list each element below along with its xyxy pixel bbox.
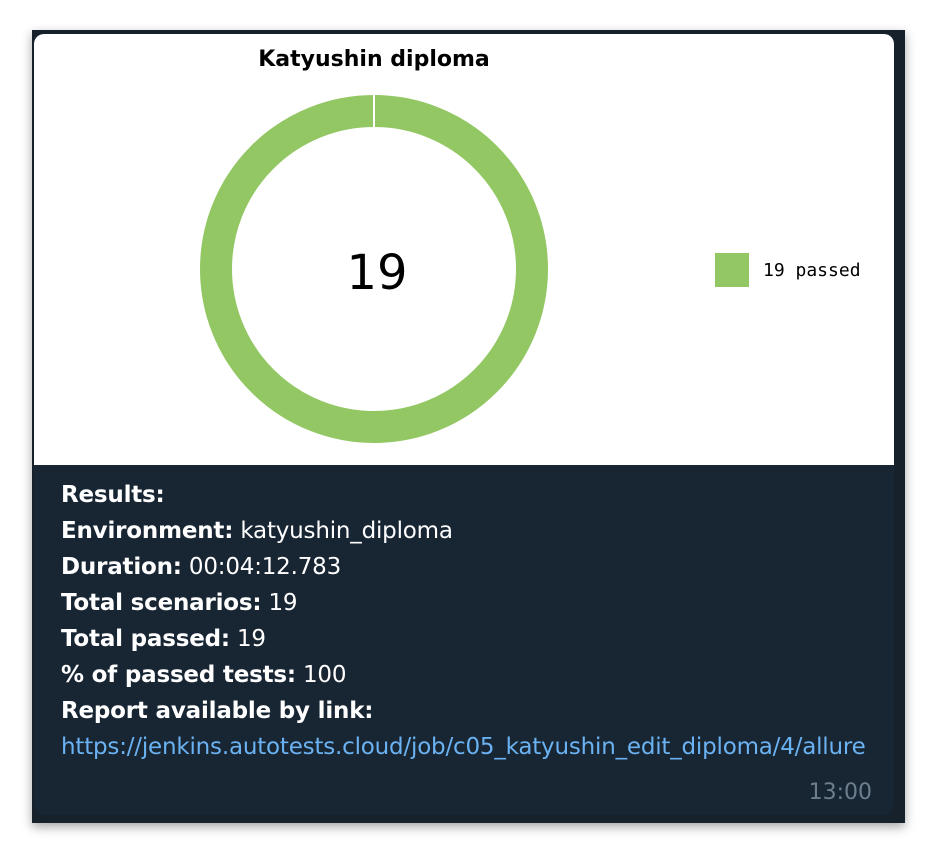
result-field-value: 19 <box>237 626 266 652</box>
result-field-value: 19 <box>268 590 298 616</box>
message-bubble[interactable]: Katyushin diploma 19 19 passed Results: … <box>34 34 894 815</box>
result-field-label: Total passed: <box>61 626 230 652</box>
legend-label: 19 passed <box>763 260 861 281</box>
result-field-value: katyushin_diploma <box>240 518 453 544</box>
result-field: Total passed: 19 <box>61 621 881 657</box>
result-field: Total scenarios: 19 <box>61 585 881 621</box>
message-time: 13:00 <box>808 780 872 805</box>
message-caption: Results: Environment: katyushin_diploma D… <box>61 477 881 765</box>
result-field: % of passed tests: 100 <box>61 657 881 693</box>
chart-center-label: 19 <box>346 245 407 301</box>
results-heading: Results: <box>61 482 165 508</box>
result-field-label: Duration: <box>61 554 182 580</box>
report-link[interactable]: https://jenkins.autotests.cloud/job/c05_… <box>61 729 873 765</box>
result-field: Duration: 00:04:12.783 <box>61 549 881 585</box>
result-field-value: 100 <box>303 662 347 688</box>
chart-image[interactable]: Katyushin diploma 19 19 passed <box>34 34 894 465</box>
legend-swatch <box>715 253 749 287</box>
results-fields: Environment: katyushin_diploma Duration: … <box>61 513 881 693</box>
report-label: Report available by link: <box>61 698 374 724</box>
chart-title: Katyushin diploma <box>258 47 490 72</box>
donut-chart: Katyushin diploma 19 19 passed <box>200 47 861 443</box>
result-field: Environment: katyushin_diploma <box>61 513 881 549</box>
chart-legend: 19 passed <box>715 253 861 287</box>
result-field-label: % of passed tests: <box>61 662 296 688</box>
result-field-label: Total scenarios: <box>61 590 262 616</box>
result-field-value: 00:04:12.783 <box>188 554 342 580</box>
result-field-label: Environment: <box>61 518 234 544</box>
